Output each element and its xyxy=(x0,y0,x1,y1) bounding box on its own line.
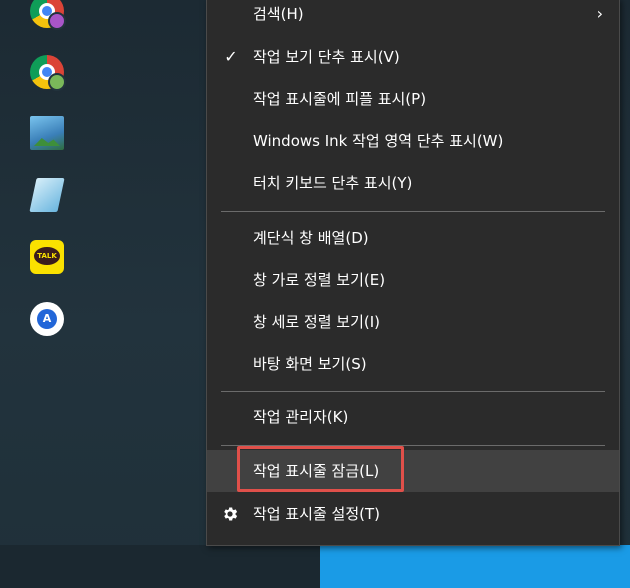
photos-icon[interactable] xyxy=(30,116,64,150)
menu-item-stacked-windows[interactable]: 창 가로 정렬 보기(E) xyxy=(207,259,619,301)
chrome-profile-icon[interactable] xyxy=(30,55,66,91)
menu-item-show-touch-keyboard[interactable]: 터치 키보드 단추 표시(Y) xyxy=(207,162,619,204)
menu-item-label: 작업 표시줄 잠금(L) xyxy=(253,462,380,480)
menu-item-label: 계단식 창 배열(D) xyxy=(253,229,369,247)
menu-item-lock-taskbar[interactable]: 작업 표시줄 잠금(L) xyxy=(207,450,619,492)
menu-separator xyxy=(221,445,605,446)
taskbar[interactable] xyxy=(0,545,320,588)
menu-item-task-manager[interactable]: 작업 관리자(K) xyxy=(207,396,619,438)
chevron-right-icon: › xyxy=(596,4,603,23)
kakaotalk-icon[interactable]: TALK xyxy=(30,240,64,274)
menu-item-label: 작업 표시줄 설정(T) xyxy=(253,505,381,523)
checkmark-icon: ✓ xyxy=(224,47,238,66)
menu-item-show-windows-ink[interactable]: Windows Ink 작업 영역 단추 표시(W) xyxy=(207,120,619,162)
menu-item-label: 작업 보기 단추 표시(V) xyxy=(253,48,400,66)
app-store-icon[interactable]: A xyxy=(30,302,64,336)
menu-item-search[interactable]: 검색(H) › xyxy=(207,0,619,35)
gear-icon xyxy=(224,507,238,521)
chrome-profile-icon[interactable] xyxy=(30,0,66,30)
menu-item-label: 창 세로 정렬 보기(I) xyxy=(253,313,381,331)
menu-item-cascade-windows[interactable]: 계단식 창 배열(D) xyxy=(207,217,619,259)
menu-item-label: Windows Ink 작업 영역 단추 표시(W) xyxy=(253,132,504,150)
menu-item-show-task-view[interactable]: ✓ 작업 보기 단추 표시(V) xyxy=(207,36,619,78)
menu-item-show-people[interactable]: 작업 표시줄에 피플 표시(P) xyxy=(207,78,619,120)
menu-item-side-by-side-windows[interactable]: 창 세로 정렬 보기(I) xyxy=(207,301,619,343)
menu-item-show-desktop[interactable]: 바탕 화면 보기(S) xyxy=(207,343,619,385)
menu-item-label: 바탕 화면 보기(S) xyxy=(253,355,367,373)
profile-badge-icon xyxy=(48,73,66,91)
menu-item-label: 터치 키보드 단추 표시(Y) xyxy=(253,174,413,192)
menu-item-label: 작업 표시줄에 피플 표시(P) xyxy=(253,90,427,108)
menu-separator xyxy=(221,391,605,392)
menu-separator xyxy=(221,211,605,212)
menu-item-taskbar-settings[interactable]: 작업 표시줄 설정(T) xyxy=(207,493,619,535)
taskbar-context-menu: 검색(H) › ✓ 작업 보기 단추 표시(V) 작업 표시줄에 피플 표시(P… xyxy=(206,0,620,546)
desktop-wallpaper-area xyxy=(320,545,630,588)
kakaotalk-label: TALK xyxy=(34,247,60,265)
menu-item-label: 작업 관리자(K) xyxy=(253,408,349,426)
menu-item-label: 검색(H) xyxy=(253,5,304,23)
app-store-letter: A xyxy=(37,309,57,329)
menu-item-label: 창 가로 정렬 보기(E) xyxy=(253,271,386,289)
profile-badge-icon xyxy=(48,12,66,30)
